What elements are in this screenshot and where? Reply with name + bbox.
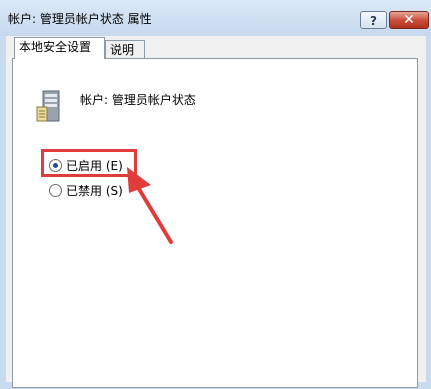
annotation-arrow-icon xyxy=(127,167,173,244)
dialog-body: 本地安全设置 说明 帐户: 管理员帐户状态 已启用 (E) 已禁用 (S) xyxy=(6,36,426,388)
tab-local-security-setting[interactable]: 本地安全设置 xyxy=(14,37,105,59)
tab-page: 帐户: 管理员帐户状态 已启用 (E) 已禁用 (S) xyxy=(12,58,418,388)
window-title: 帐户: 管理员帐户状态 属性 xyxy=(8,12,152,26)
close-button[interactable]: ✕ xyxy=(389,11,429,29)
tab-explain[interactable]: 说明 xyxy=(105,40,145,59)
help-button[interactable]: ? xyxy=(360,11,387,29)
title-bar[interactable]: 帐户: 管理员帐户状态 属性 ? ✕ xyxy=(0,0,431,36)
